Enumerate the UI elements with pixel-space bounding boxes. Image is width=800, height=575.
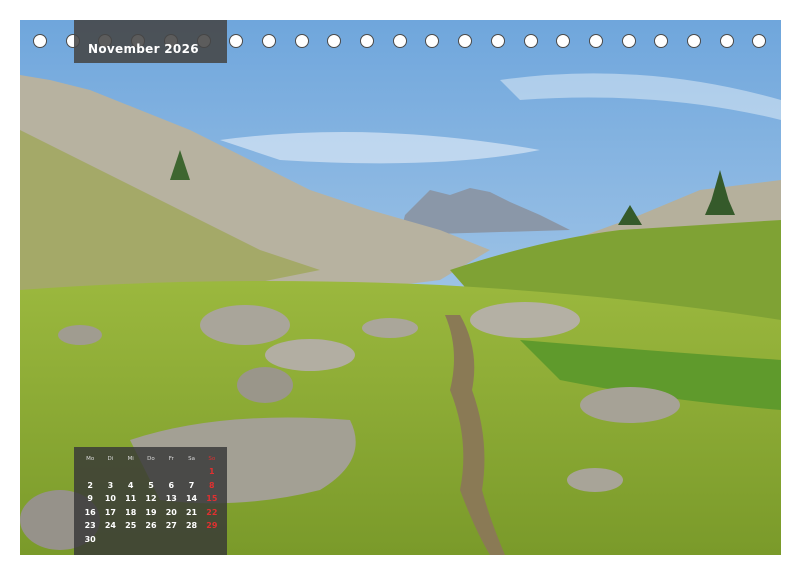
binding-hole xyxy=(425,34,440,48)
boulder xyxy=(237,367,293,403)
calendar-week: 1 xyxy=(80,465,222,479)
binding-hole xyxy=(752,34,767,48)
binding-hole xyxy=(229,34,244,48)
calendar-day: 25 xyxy=(125,521,137,530)
calendar-day: 10 xyxy=(104,494,116,503)
binding-hole xyxy=(458,34,473,48)
calendar-day xyxy=(141,465,161,479)
calendar-day xyxy=(141,533,161,547)
calendar-week: 2 3 4 5 6 7 8 xyxy=(80,479,222,493)
calendar-day: 16 xyxy=(84,507,96,517)
binding-hole xyxy=(490,34,505,48)
calendar-day: 17 xyxy=(104,507,116,517)
weekday-label: Di xyxy=(107,456,114,462)
calendar-day-sunday: 29 xyxy=(206,521,218,530)
calendar-day: 12 xyxy=(145,494,157,503)
calendar-day xyxy=(100,465,120,479)
binding-hole xyxy=(687,34,701,48)
binding-hole xyxy=(33,34,47,48)
calendar-day: 20 xyxy=(165,507,177,517)
calendar-day: 9 xyxy=(87,494,93,503)
binding-hole xyxy=(294,34,309,48)
binding-hole xyxy=(360,34,374,48)
calendar-day-sunday xyxy=(202,533,222,547)
calendar-day: 27 xyxy=(165,521,177,530)
calendar-day: 13 xyxy=(165,494,177,503)
calendar-day: 4 xyxy=(127,480,134,490)
boulder xyxy=(58,325,102,345)
month-title: November 2026 xyxy=(88,42,199,56)
calendar-grid: Mo Di Mi Do Fr Sa So 1 2 3 4 5 6 7 8 9 1… xyxy=(80,455,222,546)
weekday-label: Mo xyxy=(86,456,95,462)
weekday-label: Mi xyxy=(127,456,134,462)
binding-hole xyxy=(719,34,734,48)
binding-hole xyxy=(523,34,538,48)
boulder xyxy=(200,305,290,345)
calendar-day-sunday: 15 xyxy=(206,494,218,503)
binding-hole xyxy=(556,34,571,48)
calendar-day: 7 xyxy=(188,480,195,490)
calendar-week: 30 xyxy=(80,533,222,547)
binding-hole xyxy=(654,34,669,48)
calendar-week: 16 17 18 19 20 21 22 xyxy=(80,506,222,520)
calendar-day-sunday: 22 xyxy=(206,507,218,517)
calendar-day: 3 xyxy=(107,480,114,490)
calendar-day: 21 xyxy=(185,507,198,517)
calendar-day xyxy=(80,465,100,479)
boulder xyxy=(265,339,355,371)
calendar-week: 9 10 11 12 13 14 15 xyxy=(80,492,222,506)
calendar-day xyxy=(121,465,141,479)
weekday-label-sunday: So xyxy=(208,456,216,462)
calendar-day xyxy=(121,533,141,547)
calendar-day: 26 xyxy=(145,521,157,530)
calendar-day xyxy=(161,465,181,479)
calendar-day-sunday: 1 xyxy=(209,467,215,476)
weekday-label: Sa xyxy=(188,456,195,462)
boulder xyxy=(362,318,418,338)
calendar-day: 14 xyxy=(185,494,198,503)
calendar-day: 28 xyxy=(185,521,198,530)
binding-hole xyxy=(327,34,342,48)
binding-hole xyxy=(621,34,636,48)
calendar-day xyxy=(161,533,181,547)
weekday-header: Mo Di Mi Do Fr Sa So xyxy=(80,455,222,465)
calendar-day: 2 xyxy=(87,480,93,490)
calendar-day: 30 xyxy=(84,534,96,544)
binding-hole xyxy=(588,34,603,48)
calendar-page: November 2026 Mo Di Mi Do Fr Sa So 1 2 3… xyxy=(0,0,800,575)
calendar-day: 19 xyxy=(145,507,157,517)
calendar-week: 23 24 25 26 27 28 29 xyxy=(80,519,222,533)
calendar-day: 24 xyxy=(104,521,116,530)
calendar-day xyxy=(181,465,201,479)
calendar-day-sunday: 8 xyxy=(209,480,215,490)
calendar-day: 23 xyxy=(84,521,96,530)
boulder xyxy=(470,302,580,338)
calendar-day: 5 xyxy=(148,480,154,490)
calendar-day xyxy=(181,533,201,547)
calendar-day: 6 xyxy=(168,480,175,490)
calendar-day xyxy=(100,533,120,547)
weekday-label: Fr xyxy=(168,456,174,462)
calendar-day: 18 xyxy=(125,507,137,517)
weekday-label: Do xyxy=(147,456,155,462)
calendar-day: 11 xyxy=(125,494,137,503)
binding-hole xyxy=(392,34,407,48)
boulder xyxy=(580,387,680,423)
boulder xyxy=(567,468,623,492)
binding-hole xyxy=(261,34,276,48)
